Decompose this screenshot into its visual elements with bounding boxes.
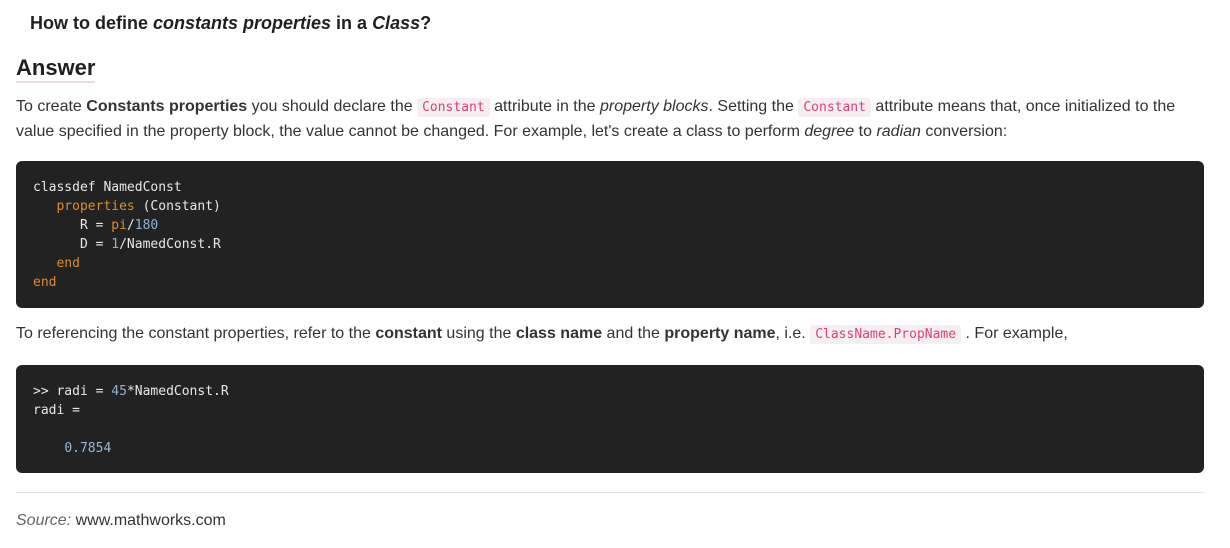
source-link[interactable]: www.mathworks.com xyxy=(71,512,226,529)
code-block-usage[interactable]: >> radi = 45*NamedConst.R radi = 0.7854 xyxy=(16,365,1204,473)
divider xyxy=(16,492,1204,493)
code-line: end xyxy=(56,256,80,271)
reference-paragraph: To referencing the constant properties, … xyxy=(16,325,1068,344)
answer-heading: Answer xyxy=(16,55,96,83)
question-title: How to define constants properties in a … xyxy=(30,13,432,33)
source-line: Source: www.mathworks.com xyxy=(16,512,226,530)
inline-code-constant: Constant xyxy=(417,98,490,117)
code-line: end xyxy=(33,275,57,290)
intro-paragraph: To create Constants properties you shoul… xyxy=(16,98,1176,140)
code-line: radi = xyxy=(33,403,80,418)
inline-code-constant: Constant xyxy=(798,98,871,117)
source-label: Source: xyxy=(16,512,72,529)
code-block-classdef[interactable]: classdef NamedConst properties (Constant… xyxy=(16,161,1204,308)
code-line: 0.7854 xyxy=(64,441,112,456)
code-line: properties (Constant) xyxy=(56,199,221,214)
code-line: classdef NamedConst xyxy=(33,180,182,195)
code-line: >> radi = 45*NamedConst.R xyxy=(33,384,229,399)
inline-code-classname-propname: ClassName.PropName xyxy=(810,325,962,344)
answer-page: How to define constants properties in a … xyxy=(0,0,1230,548)
code-line: R = pi/180 xyxy=(33,218,159,233)
code-line: D = 1/NamedConst.R xyxy=(33,237,221,252)
